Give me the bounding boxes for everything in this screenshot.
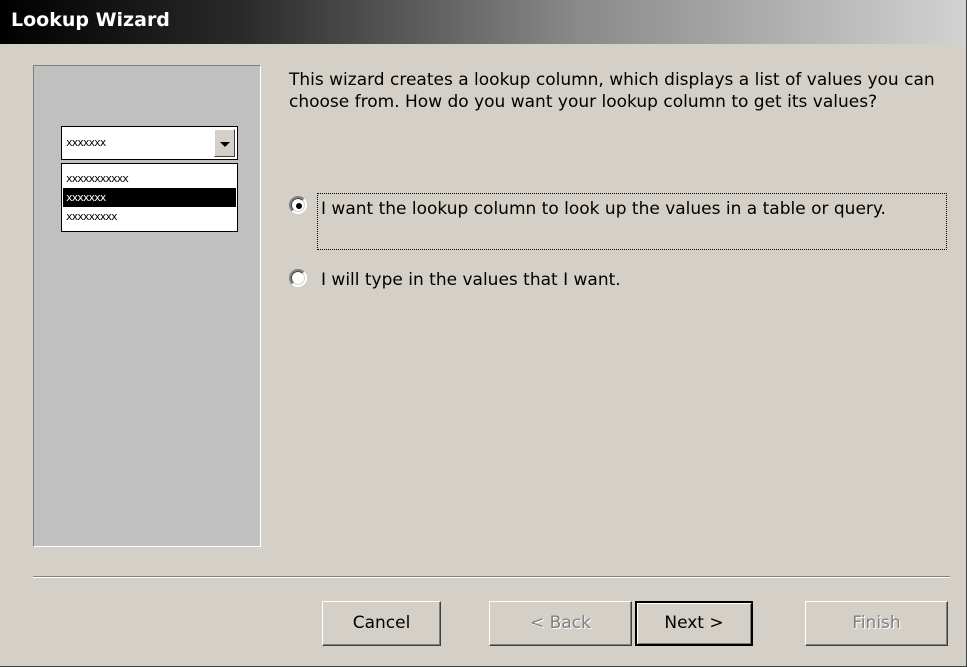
back-button[interactable]: < Back	[489, 601, 632, 646]
illustration-combo-value: xxxxxxx	[66, 136, 106, 149]
lookup-wizard-dialog: Lookup Wizard xxxxxxx xxxxxxxxxxx xxxxxx…	[0, 0, 967, 667]
chevron-down-icon	[220, 142, 230, 147]
radio-table-query[interactable]	[289, 196, 307, 214]
illustration-list: xxxxxxxxxxx xxxxxxx xxxxxxxxx	[61, 163, 238, 232]
next-button[interactable]: Next >	[635, 601, 753, 646]
radio-type-values[interactable]	[289, 269, 307, 287]
option-table-query-label[interactable]: I want the lookup column to look up the …	[321, 198, 921, 220]
intro-text: This wizard creates a lookup column, whi…	[289, 70, 935, 112]
illustration-list-item: xxxxxxxxx	[66, 210, 118, 223]
dialog-title: Lookup Wizard	[11, 9, 170, 31]
separator	[33, 576, 950, 578]
finish-button[interactable]: Finish	[805, 601, 948, 646]
wizard-illustration-panel: xxxxxxx xxxxxxxxxxx xxxxxxx xxxxxxxxx	[33, 65, 261, 547]
radio-selected-dot	[296, 203, 302, 209]
cancel-button[interactable]: Cancel	[322, 601, 441, 646]
title-bar[interactable]: Lookup Wizard	[0, 0, 966, 44]
illustration-list-item: xxxxxxxxxxx	[66, 172, 129, 185]
illustration-combo-box: xxxxxxx	[61, 126, 238, 160]
option-type-values-label[interactable]: I will type in the values that I want.	[321, 269, 921, 291]
illustration-list-item-selected: xxxxxxx	[63, 188, 236, 207]
illustration-dropdown-button	[214, 129, 235, 157]
